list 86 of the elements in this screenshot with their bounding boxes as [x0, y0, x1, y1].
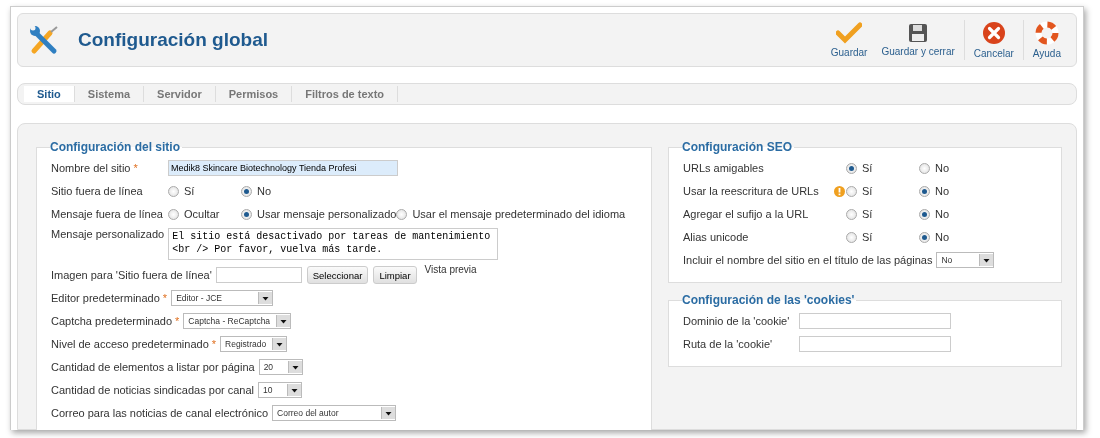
- dropdown[interactable]: Editor - JCE: [171, 290, 274, 306]
- page-title: Configuración global: [78, 29, 269, 51]
- caret-icon: [258, 292, 273, 304]
- field-label: Mensaje fuera de línea: [51, 208, 163, 220]
- toolbar-button[interactable]: Cancelar: [966, 21, 1021, 59]
- radio-button[interactable]: [168, 185, 179, 197]
- radio-label: Sí: [862, 162, 873, 174]
- radio-label: No: [935, 162, 950, 174]
- toolbar-button[interactable]: Guardar y cerrar: [874, 23, 962, 57]
- action-button[interactable]: Seleccionar: [306, 266, 369, 284]
- radio-button[interactable]: [168, 208, 179, 220]
- action-button[interactable]: Limpiar: [373, 266, 417, 284]
- dropdown[interactable]: Correo del autor: [272, 405, 397, 421]
- radio-label: Sí: [862, 208, 873, 220]
- radio-label: Sí: [862, 231, 873, 243]
- dropdown[interactable]: No: [936, 252, 995, 268]
- field-label: Correo para las noticias de canal electrónico: [51, 407, 269, 419]
- tab[interactable]: Sistema: [74, 86, 145, 102]
- radio-button[interactable]: [846, 162, 857, 174]
- dropdown[interactable]: 10: [258, 382, 303, 398]
- tab[interactable]: Permisos: [215, 86, 293, 102]
- radio-button[interactable]: [919, 185, 930, 197]
- checkmark-icon: [836, 22, 863, 44]
- section-title: Configuración SEO: [682, 140, 793, 154]
- radio-label: Usar mensaje personalizado: [257, 208, 397, 220]
- radio-button[interactable]: [241, 208, 252, 220]
- tab[interactable]: Servidor: [144, 86, 216, 102]
- toolbar-button[interactable]: Guardar: [823, 22, 875, 58]
- dropdown[interactable]: 20: [258, 359, 303, 375]
- radio-label: Sí: [862, 185, 873, 197]
- section-title: Configuración de las 'cookies': [682, 293, 856, 307]
- radio-button[interactable]: [396, 208, 408, 220]
- radio-label: Usar el mensaje predeterminado del idioma: [412, 208, 626, 220]
- message-field[interactable]: El sitio está desactivado por tareas de mantenimiento <br /> Por favor, vuelva más tarde.: [168, 228, 499, 260]
- field-label: Captcha predeterminado: [51, 315, 173, 327]
- required-mark: *: [162, 292, 168, 304]
- radio-button[interactable]: [846, 231, 857, 243]
- required-mark: *: [211, 338, 217, 350]
- field-label: Cantidad de noticias sindicadas por canal: [51, 384, 255, 396]
- section-title: Configuración del sitio: [50, 140, 181, 154]
- radio-button[interactable]: [919, 231, 930, 243]
- field-label: Incluir el nombre del sitio en el título de las páginas: [683, 254, 933, 266]
- required-mark: *: [175, 315, 180, 327]
- caret-icon: [276, 315, 291, 327]
- field-label: Mensaje personalizado: [51, 228, 165, 240]
- tab[interactable]: Filtros de texto: [292, 86, 399, 102]
- radio-button[interactable]: [919, 162, 930, 174]
- radio-button[interactable]: [919, 208, 930, 220]
- field-label: Dominio de la 'cookie': [683, 315, 790, 327]
- field-label: Editor predeterminado: [51, 292, 160, 304]
- caret-icon: [272, 338, 287, 350]
- preview-label: Vista previa: [424, 264, 477, 275]
- radio-label: Sí: [184, 185, 195, 197]
- caret-icon: [381, 407, 396, 419]
- caret-icon: [287, 361, 302, 373]
- lifebuoy-icon: [1034, 21, 1059, 45]
- text-field[interactable]: Medik8 Skincare Biotechnology Tienda Profesi: [168, 160, 398, 176]
- toolbar-button[interactable]: Ayuda: [1025, 21, 1068, 59]
- required-mark: *: [133, 162, 138, 174]
- caret-icon: [287, 384, 302, 396]
- radio-label: Ocultar: [184, 208, 220, 220]
- radio-label: No: [257, 185, 272, 197]
- field-label: Nombre del sitio: [51, 162, 131, 174]
- close-icon: [981, 21, 1006, 45]
- radio-label: No: [935, 208, 950, 220]
- field-label: Usar la reescritura de URLs: [683, 185, 819, 197]
- dropdown[interactable]: Captcha - ReCaptcha: [183, 313, 292, 329]
- text-field[interactable]: [799, 336, 951, 352]
- field-label: Sitio fuera de línea: [51, 185, 143, 197]
- dropdown[interactable]: Registrado: [220, 336, 288, 352]
- text-field[interactable]: [799, 313, 951, 329]
- radio-label: No: [935, 185, 950, 197]
- radio-button[interactable]: [846, 185, 857, 197]
- radio-button[interactable]: [846, 208, 857, 220]
- caret-icon: [979, 254, 994, 266]
- field-label: Imagen para 'Sitio fuera de línea': [51, 269, 213, 281]
- field-label: Cantidad de elementos a listar por página: [51, 361, 255, 373]
- field-label: Ruta de la 'cookie': [683, 338, 773, 350]
- field-label: Agregar el sufijo a la URL: [683, 208, 809, 220]
- field-label: URLs amigables: [683, 162, 764, 174]
- radio-label: No: [935, 231, 950, 243]
- radio-button[interactable]: [241, 185, 252, 197]
- tab[interactable]: Sitio: [24, 86, 75, 102]
- text-field[interactable]: [215, 267, 302, 283]
- field-label: Alias unicode: [683, 231, 749, 243]
- field-label: Nivel de acceso predeterminado: [51, 338, 209, 350]
